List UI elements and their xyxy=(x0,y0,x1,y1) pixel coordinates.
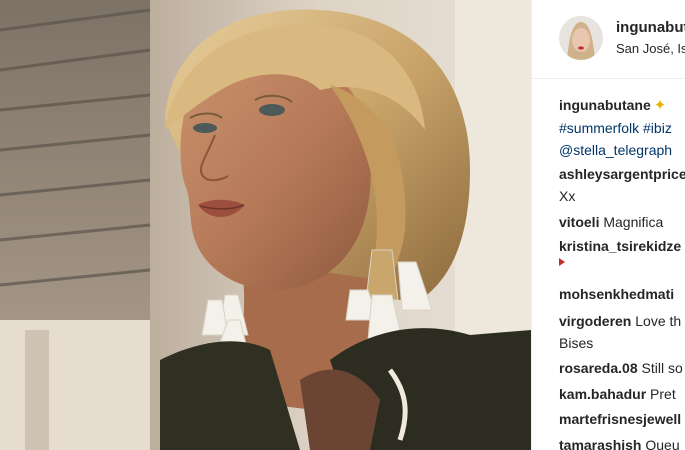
caption-mention[interactable]: @stella_telegraph xyxy=(559,142,672,158)
avatar-icon xyxy=(559,16,603,60)
comment-text: Love th xyxy=(635,313,682,329)
post-photo[interactable] xyxy=(0,0,531,450)
comment-text: Magnifica xyxy=(603,214,664,230)
comment-row: rosareda.08 Still so xyxy=(559,360,683,376)
comment-text: Queu xyxy=(645,437,680,450)
comment-user[interactable]: vitoeli xyxy=(559,214,599,230)
avatar[interactable] xyxy=(559,16,603,60)
comment-user[interactable]: mohsenkhedmati xyxy=(559,286,674,302)
comment-user[interactable]: kristina_tsirekidze xyxy=(559,238,681,254)
heart-icon xyxy=(559,258,565,266)
comment-user[interactable]: ashleysargentprice xyxy=(559,166,685,182)
comment-text: Pret xyxy=(650,386,676,402)
caption-author[interactable]: ingunabutane xyxy=(559,97,651,113)
comment-text: Xx xyxy=(559,188,576,204)
photo-illustration xyxy=(0,0,531,450)
caption-hashtags[interactable]: #summerfolk #ibiz xyxy=(559,120,672,136)
comment-row: martefrisnesjewell xyxy=(559,411,681,427)
comment-row: vitoeli Magnifica xyxy=(559,214,663,230)
comment-user[interactable]: tamarashish xyxy=(559,437,641,450)
post-location[interactable]: San José, Isl xyxy=(616,41,685,56)
sparkle-icon: ✦ xyxy=(653,97,667,114)
comment-row: kristina_tsirekidze xyxy=(559,238,681,254)
comment-user[interactable]: kam.bahadur xyxy=(559,386,646,402)
comment-text-cont: Bises xyxy=(559,335,594,351)
comment-row: mohsenkhedmati xyxy=(559,286,674,302)
post-header: ingunabut San José, Isl xyxy=(532,0,685,79)
post-username[interactable]: ingunabut xyxy=(616,19,685,36)
post-sidebar: ingunabut San José, Isl ingunabutane ✦ #s… xyxy=(531,0,685,450)
caption-author-line: ingunabutane ✦ xyxy=(559,96,666,114)
comment-row: virgoderen Love th xyxy=(559,313,681,329)
comment-row: tamarashish Queu xyxy=(559,437,680,450)
comment-user[interactable]: martefrisnesjewell xyxy=(559,411,681,427)
comment-row: kam.bahadur Pret xyxy=(559,386,676,402)
comment-user[interactable]: rosareda.08 xyxy=(559,360,638,376)
comment-text: Still so xyxy=(641,360,683,376)
comment-row: ashleysargentprice xyxy=(559,166,685,182)
comment-user[interactable]: virgoderen xyxy=(559,313,631,329)
